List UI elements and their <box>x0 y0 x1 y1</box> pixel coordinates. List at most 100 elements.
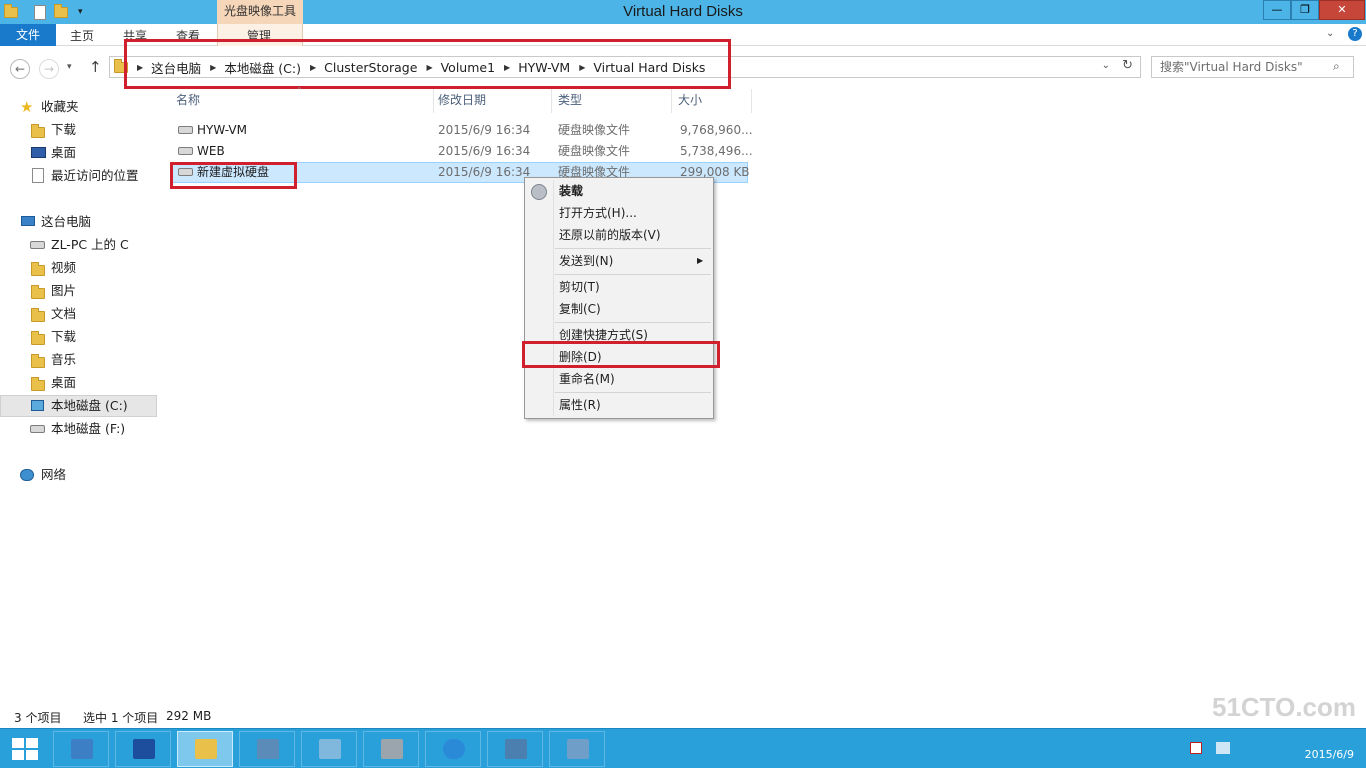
windows-logo-pane <box>26 750 38 760</box>
column-size[interactable]: 大小 <box>672 89 752 113</box>
file-type: 硬盘映像文件 <box>558 144 631 158</box>
nav-pc-desktop[interactable]: 桌面 <box>0 372 157 394</box>
nav-network[interactable]: 网络 <box>0 464 157 486</box>
file-size: 5,738,496... <box>680 144 753 158</box>
file-row[interactable]: HYW-VM 2015/6/9 16:34 硬盘映像文件 9,768,960..… <box>172 120 753 141</box>
menu-item-properties[interactable]: 属性(R) <box>559 395 601 415</box>
taskbar-powershell[interactable] <box>115 731 171 767</box>
menu-item-send-to[interactable]: 发送到(N) <box>559 251 613 271</box>
taskbar-server-manager[interactable] <box>53 731 109 767</box>
tab-file[interactable]: 文件 <box>0 24 56 46</box>
file-size: 9,768,960... <box>680 123 753 137</box>
vhd-file-icon <box>178 126 193 134</box>
menu-item-copy[interactable]: 复制(C) <box>559 299 601 319</box>
taskbar-control-panel[interactable] <box>549 731 605 767</box>
tab-home[interactable]: 主页 <box>70 24 94 46</box>
menu-item-rename[interactable]: 重命名(M) <box>559 369 615 389</box>
nav-music[interactable]: 音乐 <box>0 349 157 371</box>
nav-this-pc[interactable]: 这台电脑 <box>0 211 157 233</box>
address-dropdown-icon[interactable]: ⌄ <box>1102 60 1110 71</box>
navigation-pane: ★ 收藏夹 下载 桌面 最近访问的位置 这台电脑 ZL-PC 上的 C 视频 图… <box>0 89 160 709</box>
menu-separator <box>555 274 711 275</box>
videos-folder-icon <box>31 262 45 276</box>
nav-documents-label: 文档 <box>51 306 77 321</box>
clock[interactable]: 2015/6/9 <box>1305 749 1354 761</box>
nav-videos[interactable]: 视频 <box>0 257 157 279</box>
vhd-file-icon <box>178 147 193 155</box>
nav-pictures-label: 图片 <box>51 283 77 298</box>
documents-folder-icon <box>31 308 45 322</box>
windows-logo-icon <box>12 738 24 748</box>
expand-ribbon-icon[interactable]: ⌄ <box>1326 28 1334 39</box>
search-input[interactable]: 搜索"Virtual Hard Disks" <box>1151 56 1354 78</box>
menu-item-restore-versions[interactable]: 还原以前的版本(V) <box>559 225 661 245</box>
nav-local-disk-f[interactable]: 本地磁盘 (F:) <box>0 418 157 440</box>
annotation-box-address <box>124 39 731 89</box>
status-size: 292 MB <box>166 709 212 723</box>
recent-locations-icon[interactable]: ▾ <box>67 62 72 72</box>
nav-local-disk-c-label: 本地磁盘 (C:) <box>51 398 128 413</box>
close-button[interactable]: ✕ <box>1319 0 1365 20</box>
watermark: 51CTO.com <box>1211 692 1356 722</box>
nav-downloads[interactable]: 下载 <box>0 119 157 141</box>
nav-music-label: 音乐 <box>51 352 77 367</box>
up-icon[interactable]: ↑ <box>89 58 102 76</box>
failover-cluster-icon <box>319 739 341 759</box>
nav-local-disk-c[interactable]: 本地磁盘 (C:) <box>0 395 157 417</box>
file-type: 硬盘映像文件 <box>558 123 631 137</box>
menu-gutter <box>553 180 554 416</box>
tools-icon <box>381 739 403 759</box>
start-button[interactable] <box>12 738 38 760</box>
refresh-icon[interactable]: ↻ <box>1122 58 1133 73</box>
maximize-button[interactable]: ❐ <box>1291 0 1319 20</box>
menu-item-open-with[interactable]: 打开方式(H)... <box>559 203 637 223</box>
search-icon[interactable]: ⌕ <box>1333 59 1340 74</box>
server-manager-icon <box>71 739 93 759</box>
nav-pc-downloads[interactable]: 下载 <box>0 326 157 348</box>
column-type[interactable]: 类型 <box>552 89 672 113</box>
remote-desktop-icon <box>505 739 527 759</box>
windows-logo-pane <box>12 750 24 760</box>
context-menu: 装载 打开方式(H)... 还原以前的版本(V) 发送到(N) ▶ 剪切(T) … <box>524 177 714 419</box>
menu-item-mount[interactable]: 装载 <box>559 181 583 201</box>
taskbar-failover-cluster[interactable] <box>301 731 357 767</box>
action-center-icon[interactable] <box>1190 742 1202 754</box>
nav-documents[interactable]: 文档 <box>0 303 157 325</box>
download-folder-icon <box>31 331 45 345</box>
network-icon <box>20 469 34 481</box>
menu-separator <box>555 248 711 249</box>
nav-pictures[interactable]: 图片 <box>0 280 157 302</box>
nav-favorites-label: 收藏夹 <box>41 99 79 114</box>
taskbar-tools[interactable] <box>363 731 419 767</box>
nav-desktop[interactable]: 桌面 <box>0 142 157 164</box>
minimize-button[interactable]: — <box>1263 0 1291 20</box>
taskbar-internet-explorer[interactable] <box>425 731 481 767</box>
taskbar-remote-desktop[interactable] <box>487 731 543 767</box>
taskbar-hyperv-manager[interactable] <box>239 731 295 767</box>
column-headers: 名称 修改日期 类型 大小 ⌃ <box>160 86 752 113</box>
nav-pc-downloads-label: 下载 <box>51 329 77 344</box>
nav-videos-label: 视频 <box>51 260 77 275</box>
nav-recent-places[interactable]: 最近访问的位置 <box>0 165 157 187</box>
nav-favorites[interactable]: ★ 收藏夹 <box>0 96 157 118</box>
recent-places-icon <box>32 168 44 183</box>
forward-button[interactable]: → <box>39 59 59 79</box>
column-date[interactable]: 修改日期 <box>432 89 552 113</box>
nav-this-pc-label: 这台电脑 <box>41 214 92 229</box>
system-drive-icon <box>31 400 44 411</box>
network-drive-icon <box>30 241 45 249</box>
menu-item-cut[interactable]: 剪切(T) <box>559 277 600 297</box>
desktop-folder-icon <box>31 377 45 391</box>
nav-network-drive-c[interactable]: ZL-PC 上的 C <box>0 234 157 256</box>
download-folder-icon <box>31 124 45 138</box>
sort-indicator-icon: ⌃ <box>296 86 303 95</box>
help-icon[interactable]: ? <box>1348 27 1362 41</box>
windows-logo-pane <box>26 738 38 748</box>
nav-pc-desktop-label: 桌面 <box>51 375 77 390</box>
back-button[interactable]: ← <box>10 59 30 79</box>
nav-downloads-label: 下载 <box>51 122 77 137</box>
file-row[interactable]: WEB 2015/6/9 16:34 硬盘映像文件 5,738,496... <box>172 141 753 162</box>
taskbar-file-explorer[interactable] <box>177 731 233 767</box>
desktop-icon <box>31 147 46 158</box>
network-tray-icon[interactable] <box>1216 742 1230 754</box>
